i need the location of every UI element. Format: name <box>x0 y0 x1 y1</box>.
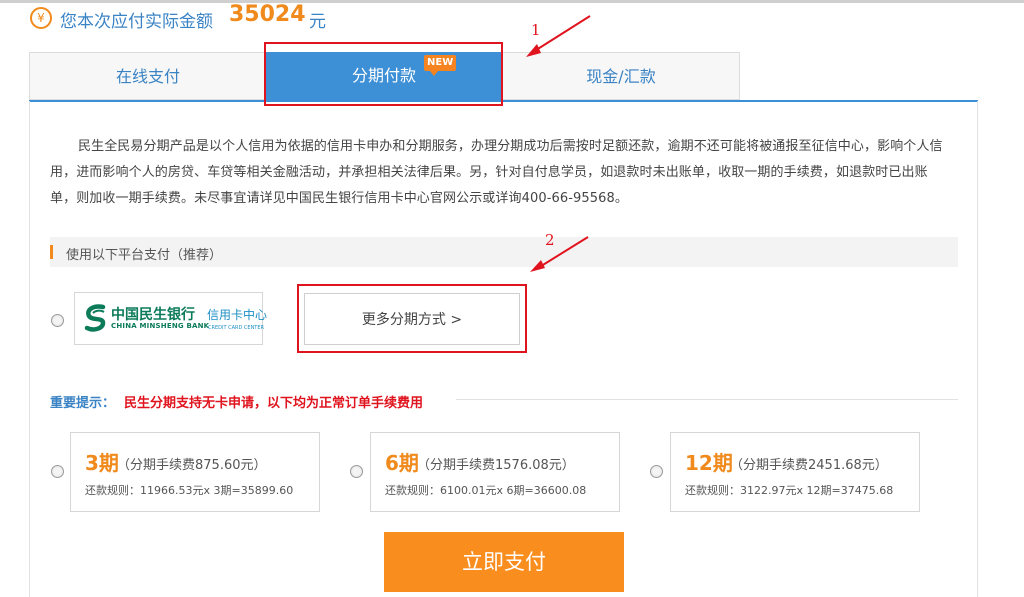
annotation-arrows <box>526 15 591 272</box>
annotation-arrow-1 <box>526 15 591 57</box>
annotation-arrow-2 <box>530 236 589 272</box>
